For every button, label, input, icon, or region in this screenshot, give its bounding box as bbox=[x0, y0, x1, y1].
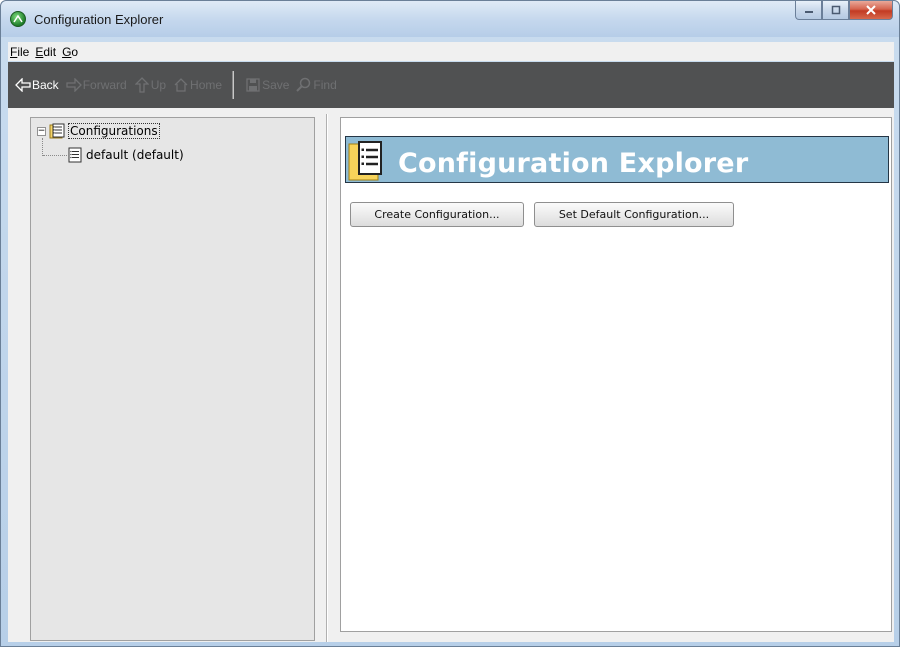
window-controls bbox=[795, 1, 893, 21]
home-button[interactable]: Home bbox=[172, 77, 222, 93]
back-button[interactable]: Back bbox=[14, 77, 59, 93]
menu-edit[interactable]: Edit bbox=[32, 45, 59, 59]
configuration-tree[interactable]: − Configurations default (default) bbox=[30, 117, 315, 641]
pane-splitter[interactable] bbox=[326, 114, 328, 642]
main-area: − Configurations default (default) Confi… bbox=[8, 108, 894, 642]
configuration-file-icon bbox=[68, 147, 82, 163]
tree-line bbox=[43, 155, 67, 156]
configuration-explorer-icon bbox=[348, 141, 382, 181]
close-button[interactable] bbox=[849, 1, 893, 20]
find-button[interactable]: Find bbox=[295, 77, 337, 93]
collapse-expander-icon[interactable]: − bbox=[37, 126, 46, 136]
app-window: Configuration Explorer File Edit Go Back bbox=[0, 0, 900, 647]
toolbar: Back Forward Up Home Save Find bbox=[8, 62, 894, 108]
maximize-icon bbox=[831, 5, 840, 15]
configurations-folder-icon bbox=[49, 123, 65, 139]
forward-button[interactable]: Forward bbox=[65, 77, 127, 93]
save-disk-icon bbox=[244, 77, 262, 93]
tree-node-label: Configurations bbox=[68, 123, 160, 139]
tree-node-label: default (default) bbox=[86, 148, 184, 162]
forward-arrow-icon bbox=[65, 77, 83, 93]
magnifier-icon bbox=[295, 77, 313, 93]
tree-line bbox=[42, 138, 43, 156]
toolbar-separator bbox=[232, 71, 235, 99]
app-icon bbox=[10, 11, 26, 27]
menu-file[interactable]: File bbox=[8, 45, 32, 59]
explorer-banner: Configuration Explorer bbox=[345, 136, 889, 183]
set-default-configuration-button[interactable]: Set Default Configuration... bbox=[534, 202, 734, 227]
close-icon bbox=[866, 5, 876, 15]
minimize-button[interactable] bbox=[795, 1, 822, 20]
detail-pane: Configuration Explorer Create Configurat… bbox=[340, 117, 892, 632]
tree-node-configurations[interactable]: − Configurations bbox=[37, 122, 160, 140]
up-arrow-icon bbox=[133, 77, 151, 93]
home-icon bbox=[172, 77, 190, 93]
maximize-button[interactable] bbox=[822, 1, 849, 20]
tree-node-default[interactable]: default (default) bbox=[67, 146, 184, 164]
title-bar[interactable]: Configuration Explorer bbox=[1, 1, 899, 37]
up-button[interactable]: Up bbox=[133, 77, 166, 93]
banner-title: Configuration Explorer bbox=[398, 148, 749, 179]
menu-go[interactable]: Go bbox=[59, 45, 81, 59]
save-button[interactable]: Save bbox=[244, 77, 289, 93]
window-title: Configuration Explorer bbox=[34, 12, 164, 27]
back-arrow-icon bbox=[14, 77, 32, 93]
minimize-icon bbox=[804, 11, 813, 13]
menu-bar: File Edit Go bbox=[8, 42, 894, 61]
create-configuration-button[interactable]: Create Configuration... bbox=[350, 202, 524, 227]
